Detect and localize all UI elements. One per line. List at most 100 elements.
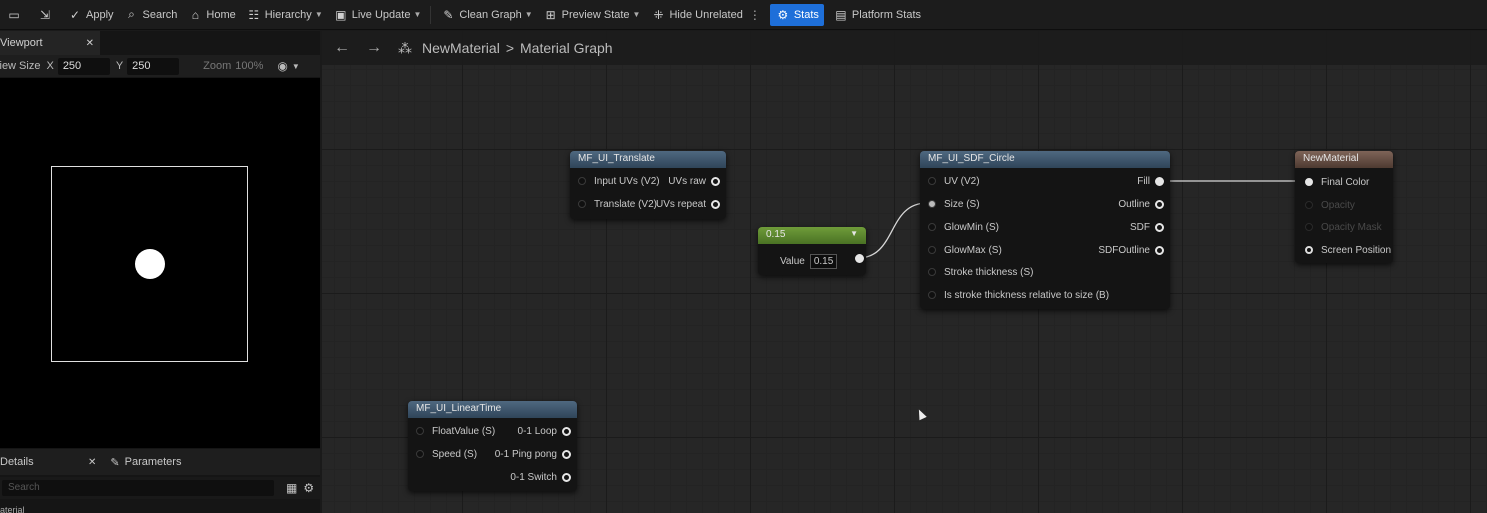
node-title: MF_UI_LinearTime — [408, 401, 577, 418]
node-title: MF_UI_Translate — [570, 151, 726, 168]
output-pin[interactable]: Fill — [1137, 173, 1164, 189]
toolbar-divider — [430, 5, 432, 24]
breadcrumb-separator: > — [505, 40, 514, 56]
search-label: Search — [142, 8, 178, 21]
clean-graph-button[interactable]: ✎ Clean Graph ▼ — [435, 4, 537, 26]
output-pin[interactable]: 0-1 Loop — [518, 423, 571, 439]
clean-graph-icon: ✎ — [443, 7, 454, 22]
preview-state-icon: ⊞ — [545, 7, 556, 22]
gear-icon[interactable]: ⚙ — [303, 481, 314, 495]
zoom-value: 100% — [235, 60, 264, 72]
chevron-down-icon: ▼ — [524, 10, 533, 19]
output-pin[interactable]: SDF — [1130, 219, 1164, 235]
chevron-down-icon: ▼ — [413, 10, 422, 19]
input-pin[interactable]: GlowMin (S) — [928, 219, 999, 235]
material-category-label: aterial — [0, 505, 25, 513]
hide-unrelated-label: Hide Unrelated — [669, 8, 743, 21]
zoom-label: Zoom — [203, 60, 232, 72]
stats-button[interactable]: ⚙ Stats — [769, 3, 824, 26]
viewport-canvas[interactable] — [0, 78, 320, 448]
output-pin[interactable]: UVs raw — [668, 173, 720, 189]
home-label: Home — [206, 8, 236, 21]
forward-arrow-icon[interactable]: → — [366, 39, 382, 57]
hide-unrelated-icon: ⁜ — [653, 7, 664, 22]
stats-icon: ⚙ — [777, 7, 789, 22]
breadcrumb-root[interactable]: NewMaterial — [422, 40, 500, 56]
view-size-label: view Size — [0, 60, 41, 72]
more-options-icon: ⋮ — [748, 7, 761, 22]
input-pin[interactable]: Input UVs (V2) — [578, 173, 660, 189]
input-pin[interactable]: Opacity — [1305, 197, 1355, 213]
preview-state-button[interactable]: ⊞ Preview State ▼ — [538, 4, 646, 26]
save-icon[interactable]: ▭ — [0, 4, 31, 26]
tab-parameters[interactable]: Parameters — [125, 456, 182, 468]
close-icon[interactable]: ✕ — [88, 457, 96, 468]
apply-button[interactable]: ✓ Apply — [62, 4, 119, 26]
chevron-down-icon[interactable]: ▼ — [292, 62, 300, 71]
value-field: Value 0.15 — [780, 253, 838, 269]
tab-viewport[interactable]: Viewport ✕ — [0, 31, 100, 55]
input-pin[interactable]: Screen Position — [1305, 242, 1391, 258]
details-search-row: Search ▦ ⚙ — [0, 477, 320, 499]
input-pin[interactable]: UV (V2) — [928, 173, 980, 189]
details-search-input[interactable]: Search — [2, 480, 274, 496]
output-pin[interactable] — [850, 250, 864, 266]
live-update-label: Live Update — [351, 8, 411, 21]
platform-stats-label: Platform Stats — [851, 8, 921, 21]
hierarchy-icon: ☷ — [248, 7, 260, 22]
tab-details[interactable]: Details — [0, 456, 88, 468]
hide-unrelated-button[interactable]: ⁜ Hide Unrelated ⋮ — [645, 4, 765, 26]
output-pin[interactable]: 0-1 Ping pong — [495, 446, 571, 462]
x-label: X — [46, 60, 54, 72]
node-title: 0.15 ▼ — [758, 227, 866, 244]
node-mf-ui-linear-time[interactable]: MF_UI_LinearTime FloatValue (S) Speed (S… — [408, 401, 577, 491]
wire-value-to-size — [857, 202, 928, 259]
apply-label: Apply — [86, 8, 114, 21]
input-pin[interactable]: FloatValue (S) — [416, 423, 495, 439]
back-arrow-icon[interactable]: ← — [334, 39, 350, 57]
home-button[interactable]: ⌂ Home — [182, 4, 240, 26]
output-pin[interactable]: UVs repeat — [656, 196, 720, 212]
search-button[interactable]: ⌕ Search — [119, 4, 183, 26]
node-mf-ui-sdf-circle[interactable]: MF_UI_SDF_Circle UV (V2) Size (S) GlowMi… — [920, 151, 1170, 309]
node-mf-ui-translate[interactable]: MF_UI_Translate Input UVs (V2) Translate… — [570, 151, 726, 219]
left-panel: Viewport ✕ view Size X 250 Y 250 Zoom 10… — [0, 31, 320, 513]
material-graph-canvas[interactable]: ← → ⁂ NewMaterial > Material Graph MF_UI… — [322, 31, 1487, 513]
close-icon[interactable]: ✕ — [86, 38, 94, 49]
input-pin[interactable]: GlowMax (S) — [928, 242, 1002, 258]
output-pin[interactable]: 0-1 Switch — [510, 469, 571, 485]
output-pin[interactable]: SDFOutline — [1098, 242, 1164, 258]
home-icon: ⌂ — [191, 7, 200, 22]
grid-view-icon[interactable]: ▦ — [286, 481, 297, 495]
mouse-cursor — [915, 407, 927, 421]
breadcrumb-current[interactable]: Material Graph — [520, 40, 613, 56]
input-pin[interactable]: Final Color — [1305, 174, 1369, 190]
input-pin[interactable]: Speed (S) — [416, 446, 477, 462]
input-pin[interactable]: Size (S) — [928, 196, 980, 212]
apply-icon: ✓ — [69, 7, 81, 22]
viewport-tab-label: Viewport — [0, 37, 43, 49]
input-pin[interactable]: Translate (V2) — [578, 196, 657, 212]
preview-state-label: Preview State — [561, 8, 630, 21]
input-pin[interactable]: Is stroke thickness relative to size (B) — [928, 287, 1109, 303]
chevron-down-icon: ▼ — [314, 10, 323, 19]
value-input[interactable]: 0.15 — [809, 253, 838, 269]
y-size-input[interactable]: 250 — [127, 57, 180, 75]
input-pin[interactable]: Stroke thickness (S) — [928, 264, 1033, 280]
node-new-material[interactable]: NewMaterial Final Color Opacity Opacity … — [1295, 151, 1393, 263]
graph-icon: ⁂ — [398, 39, 412, 56]
breadcrumb: ← → ⁂ NewMaterial > Material Graph — [322, 31, 1487, 65]
node-constant[interactable]: 0.15 ▼ Value 0.15 — [758, 227, 866, 275]
material-editor: ▭ ⇲ ✓ Apply ⌕ Search ⌂ Home ☷ Hierarchy ▼ ▣ Li… — [0, 0, 1487, 513]
platform-stats-icon: ▤ — [835, 7, 847, 22]
live-update-button[interactable]: ▣ Live Update ▼ — [328, 4, 427, 26]
browse-icon[interactable]: ⇲ — [31, 4, 62, 26]
platform-stats-button[interactable]: ▤ Platform Stats — [828, 4, 926, 26]
hierarchy-button[interactable]: ☷ Hierarchy ▼ — [241, 4, 328, 26]
output-pin[interactable]: Outline — [1118, 196, 1164, 212]
eye-icon[interactable]: ◉ — [277, 59, 287, 73]
x-size-input[interactable]: 250 — [57, 57, 110, 75]
input-pin[interactable]: Opacity Mask — [1305, 219, 1382, 235]
node-title: MF_UI_SDF_Circle — [920, 151, 1170, 168]
y-label: Y — [115, 60, 124, 72]
